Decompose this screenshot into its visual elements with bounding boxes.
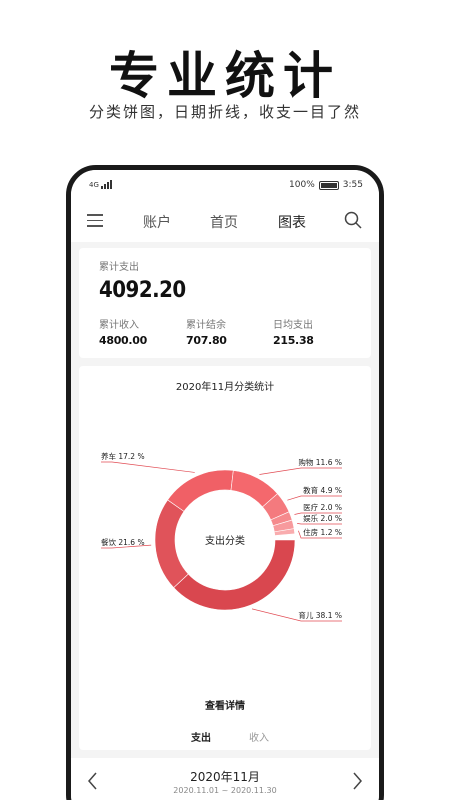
- daily-avg-label: 日均支出: [273, 320, 313, 331]
- pie-slice-1[interactable]: [173, 539, 296, 611]
- daily-avg-value: 215.38: [273, 334, 314, 347]
- slice-label-7: 娱乐 2.0 %: [303, 513, 342, 523]
- leader-line-4: [259, 467, 342, 475]
- slice-label-2: 餐饮 21.6 %: [101, 537, 145, 547]
- donut-center-label: 支出分类: [205, 534, 245, 547]
- top-nav: 账户 首页 图表: [71, 198, 379, 242]
- chart-card: 2020年11月分类统计 育儿 38.1 % 餐饮 21.6 % 养车 17.2 %…: [79, 366, 371, 750]
- toggle-income[interactable]: 收入: [249, 729, 269, 744]
- toggle-expense[interactable]: 支出: [191, 729, 211, 744]
- pie-slice-2[interactable]: [154, 499, 189, 589]
- signal-icon: [100, 180, 112, 189]
- search-icon[interactable]: [343, 210, 363, 230]
- next-month-icon[interactable]: [349, 770, 365, 792]
- signal-indicator: 4G: [89, 180, 112, 189]
- status-right: 100% 3:55: [289, 180, 363, 190]
- promo-title: 专业统计: [109, 46, 341, 105]
- pie-slice-3[interactable]: [167, 469, 234, 512]
- leader-line-7: [297, 523, 342, 525]
- total-income-value: 4800.00: [99, 334, 148, 347]
- balance-label: 累计结余: [186, 320, 226, 331]
- slice-label-3: 养车 17.2 %: [101, 451, 145, 461]
- slice-label-4: 购物 11.6 %: [298, 457, 342, 467]
- month-label: 2020年11月: [190, 770, 260, 784]
- tab-charts[interactable]: 图表: [278, 212, 306, 232]
- balance-value: 707.80: [186, 334, 227, 347]
- slice-label-5: 教育 4.9 %: [303, 485, 342, 495]
- total-income-label: 累计收入: [99, 320, 139, 331]
- leader-line-5: [287, 495, 342, 501]
- month-range: 2020.11.01 ~ 2020.11.30: [173, 786, 277, 795]
- leader-line-3: [101, 461, 195, 473]
- menu-icon[interactable]: [87, 214, 103, 227]
- slice-label-1: 育儿 38.1 %: [298, 610, 342, 620]
- month-selector: 2020年11月 2020.11.01 ~ 2020.11.30: [71, 758, 379, 800]
- phone-frame: 4G 100% 3:55 账户 首页 图表 累计支出 4092.20 累计收入 …: [66, 165, 384, 800]
- slice-label-8: 住房 1.2 %: [303, 527, 342, 537]
- carrier-label: 4G: [89, 181, 99, 189]
- summary-card: 累计支出 4092.20 累计收入 4800.00 累计结余 707.80 日均…: [79, 248, 371, 358]
- clock: 3:55: [342, 180, 363, 190]
- total-expense-value: 4092.20: [99, 278, 186, 303]
- view-details-link[interactable]: 查看详情: [79, 697, 371, 712]
- status-bar: 4G 100% 3:55: [71, 170, 379, 198]
- total-expense-label: 累计支出: [99, 262, 139, 273]
- promo-subtitle: 分类饼图，日期折线，收支一目了然: [88, 103, 361, 121]
- slice-label-6: 医疗 2.0 %: [303, 502, 342, 512]
- battery-percent: 100%: [289, 180, 315, 190]
- tab-accounts[interactable]: 账户: [143, 212, 171, 232]
- battery-icon: [318, 180, 339, 190]
- category-donut-chart: 育儿 38.1 % 餐饮 21.6 % 养车 17.2 % 购物 11.6 % 教育 4…: [101, 451, 342, 622]
- tab-home[interactable]: 首页: [210, 212, 238, 232]
